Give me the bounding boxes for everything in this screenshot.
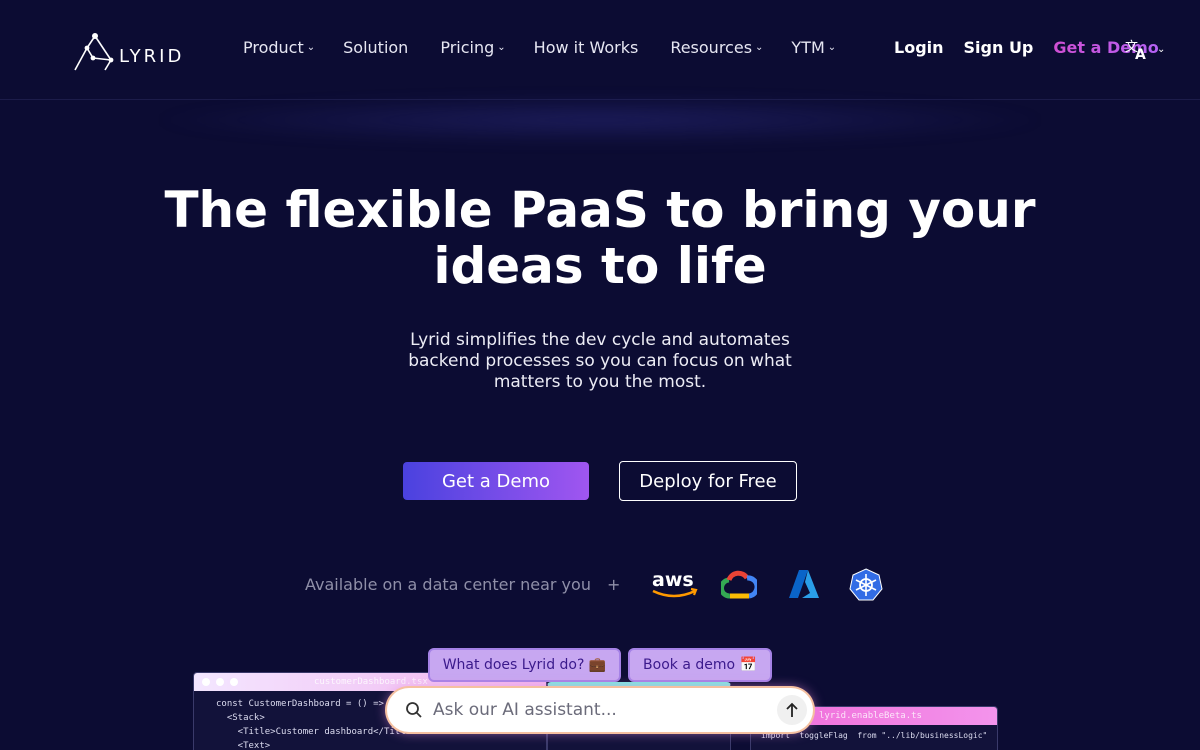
brand-name: LYRID <box>119 45 185 67</box>
chevron-down-icon: ⌄ <box>755 42 764 53</box>
nav-ytm[interactable]: YTM ⌄ <box>791 38 836 57</box>
translate-icon: 文 A <box>1125 40 1146 60</box>
account-actions: Login Sign Up Get a Demo <box>894 38 1159 57</box>
nav-pricing-label: Pricing <box>440 38 495 57</box>
nav-product[interactable]: Product ⌄ <box>243 38 315 57</box>
aws-text: aws <box>652 569 694 591</box>
login-link[interactable]: Login <box>894 38 944 57</box>
deploy-free-button[interactable]: Deploy for Free <box>619 461 797 501</box>
google-cloud-logo <box>721 570 757 599</box>
chevron-down-icon: ⌄ <box>1157 43 1166 55</box>
hero-subtitle: Lyrid simplifies the dev cycle and autom… <box>408 330 792 392</box>
send-button[interactable] <box>777 695 807 725</box>
nav-how-it-works-label: How it Works <box>533 38 639 57</box>
ai-assistant-bar <box>387 688 813 732</box>
chevron-down-icon: ⌄ <box>306 42 316 53</box>
signup-link[interactable]: Sign Up <box>964 38 1034 57</box>
main-menu: Product ⌄ Solution Pricing ⌄ How it Work… <box>243 38 836 57</box>
nav-how-it-works[interactable]: How it Works <box>534 38 639 57</box>
arrow-up-icon <box>786 702 798 717</box>
language-selector[interactable]: 文 A ⌄ <box>1125 38 1165 60</box>
availability-row: Available on a data center near you + <box>305 575 620 594</box>
lyrid-logo[interactable]: LYRID <box>73 32 184 72</box>
code-line: <Text> <box>216 741 271 750</box>
file-name: lyrid.enableBeta.ts <box>819 711 922 721</box>
azure-logo <box>789 570 819 598</box>
chevron-down-icon: ⌄ <box>497 42 506 53</box>
nav-resources-label: Resources <box>670 38 753 57</box>
window-dot <box>230 678 238 686</box>
kubernetes-logo <box>849 568 883 601</box>
nav-product-label: Product <box>243 38 304 57</box>
background-glow <box>150 95 1050 145</box>
plus-icon: + <box>606 575 621 594</box>
get-demo-button[interactable]: Get a Demo <box>403 462 589 500</box>
ai-assistant-input[interactable] <box>433 700 753 720</box>
chevron-down-icon: ⌄ <box>827 42 837 53</box>
hero-title-line-2: ideas to life <box>433 237 767 295</box>
availability-text: Available on a data center near you <box>305 575 591 594</box>
nav-solution[interactable]: Solution <box>343 38 408 57</box>
window-dot <box>202 678 210 686</box>
search-icon <box>406 702 422 718</box>
hero-title-line-1: The flexible PaaS to bring your <box>164 181 1036 239</box>
top-navigation: LYRID Product ⌄ Solution Pricing ⌄ How i… <box>0 0 1200 100</box>
nav-solution-label: Solution <box>343 38 409 57</box>
hero-title: The flexible PaaS to bring your ideas to… <box>150 182 1050 294</box>
nav-pricing[interactable]: Pricing ⌄ <box>440 38 505 57</box>
nav-resources[interactable]: Resources ⌄ <box>670 38 763 57</box>
suggestion-what-is-lyrid[interactable]: What does Lyrid do? 💼 <box>428 648 621 682</box>
nav-ytm-label: YTM <box>791 38 825 57</box>
file-name: customerDashboard.tsx <box>314 677 428 687</box>
constellation-icon <box>74 33 114 71</box>
aws-logo: aws <box>652 569 698 598</box>
suggestion-book-demo[interactable]: Book a demo 📅 <box>628 648 772 682</box>
window-dot <box>216 678 224 686</box>
svg-text:A: A <box>1135 47 1146 60</box>
